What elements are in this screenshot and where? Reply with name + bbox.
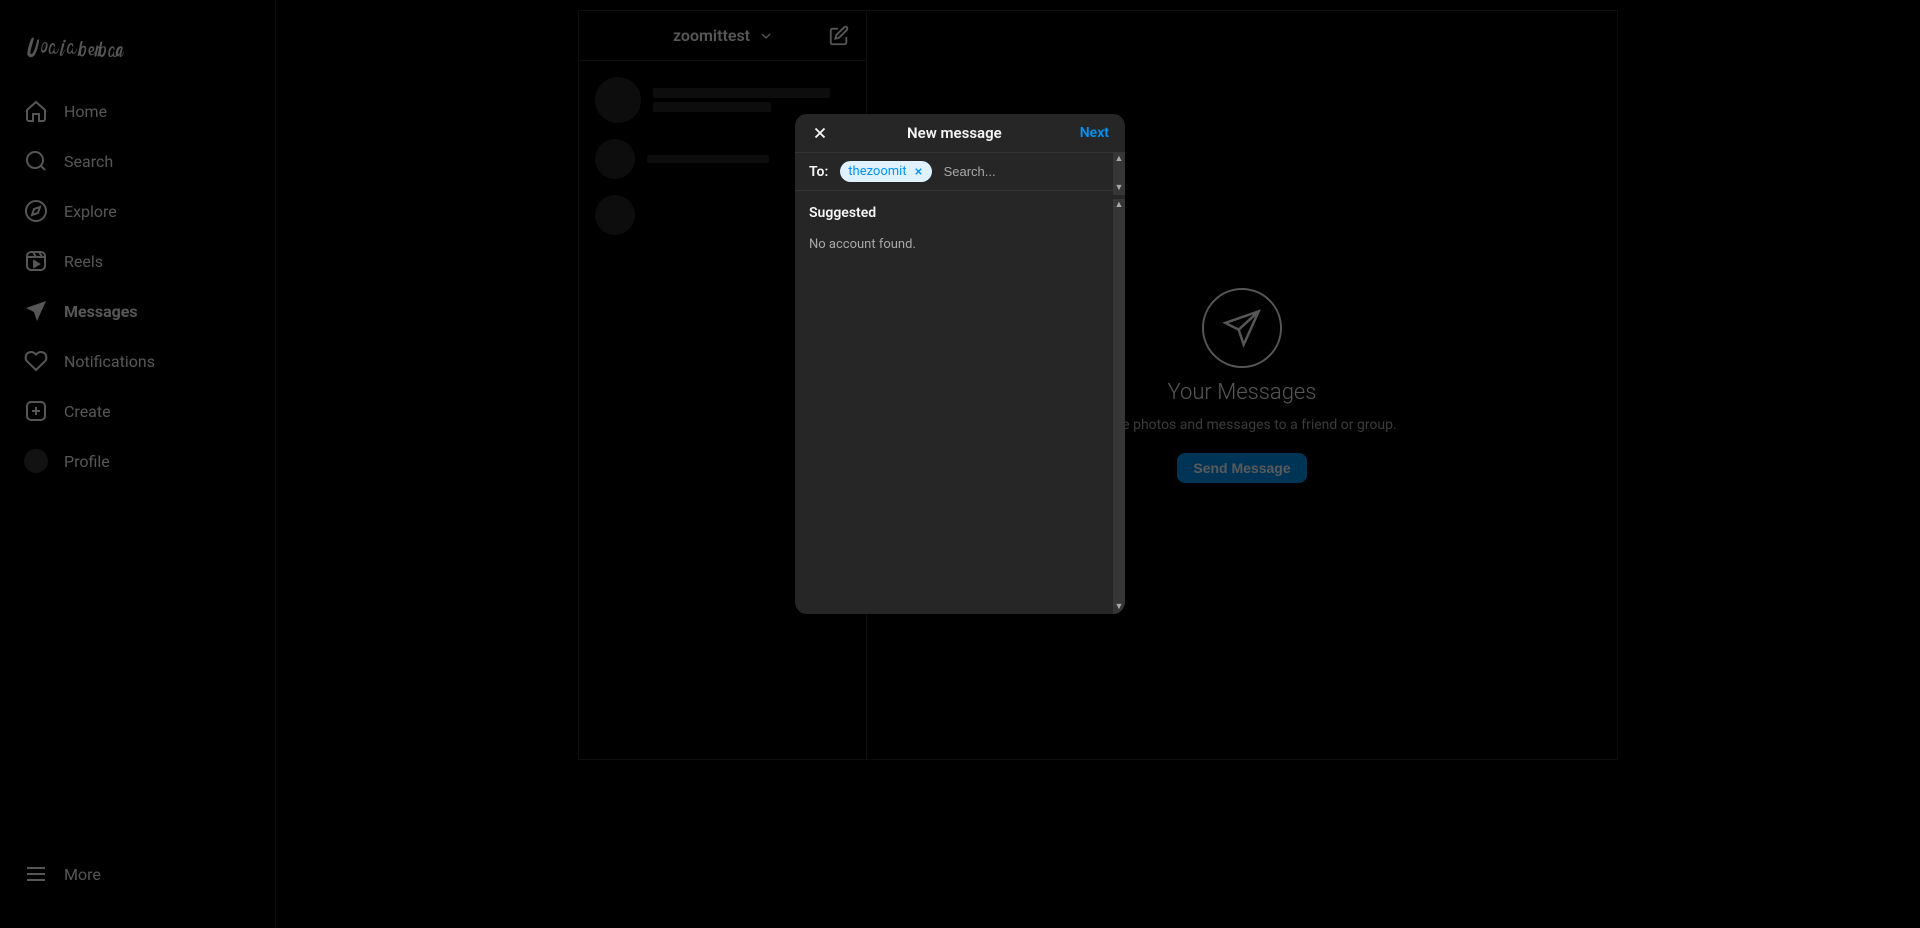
recipient-search-input[interactable] bbox=[944, 164, 1120, 179]
suggested-heading: Suggested bbox=[809, 205, 1111, 221]
chip-label: thezoomit bbox=[848, 164, 906, 179]
modal-title: New message bbox=[907, 124, 1002, 142]
modal-body: Suggested No account found. bbox=[795, 191, 1125, 614]
scroll-down-arrow[interactable]: ▼ bbox=[1113, 182, 1125, 193]
next-button[interactable]: Next bbox=[1080, 125, 1109, 141]
scroll-down-arrow[interactable]: ▼ bbox=[1113, 601, 1125, 612]
no-account-text: No account found. bbox=[809, 237, 1111, 252]
scroll-up-arrow[interactable]: ▲ bbox=[1113, 199, 1125, 210]
to-label: To: bbox=[809, 164, 828, 180]
recipient-row: To: thezoomit bbox=[795, 153, 1125, 191]
scroll-up-arrow[interactable]: ▲ bbox=[1113, 153, 1125, 164]
modal-header: New message Next bbox=[795, 114, 1125, 153]
modal-overlay[interactable]: New message Next To: thezoomit Suggested… bbox=[0, 0, 1920, 928]
scrollbar-track[interactable]: ▲ ▼ bbox=[1113, 153, 1125, 195]
new-message-modal: New message Next To: thezoomit Suggested… bbox=[795, 114, 1125, 614]
remove-chip-button[interactable] bbox=[913, 166, 924, 177]
scrollbar-track[interactable]: ▲ ▼ bbox=[1113, 199, 1125, 614]
close-button[interactable] bbox=[811, 124, 829, 142]
recipient-chip: thezoomit bbox=[840, 161, 931, 182]
